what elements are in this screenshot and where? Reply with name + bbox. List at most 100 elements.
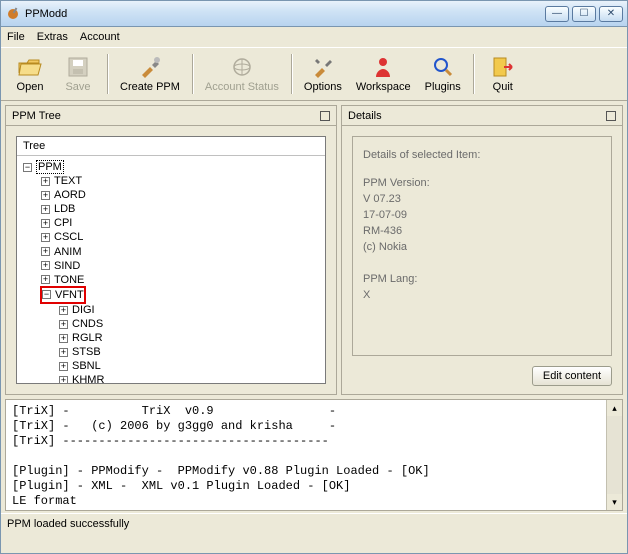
tree-node[interactable]: + KHMR [59, 373, 321, 383]
quit-label: Quit [493, 81, 513, 93]
expand-icon[interactable]: + [41, 205, 50, 214]
expand-icon[interactable]: + [59, 306, 68, 315]
wrench-icon [311, 55, 335, 79]
edit-content-button[interactable]: Edit content [532, 366, 612, 386]
tree-node[interactable]: + STSB [59, 345, 321, 359]
tree-node[interactable]: + RGLR [59, 331, 321, 345]
tree-node[interactable]: + CSCL [41, 230, 321, 244]
toolbar-separator [107, 54, 108, 94]
tree-node-label: KHMR [72, 375, 104, 384]
save-icon [66, 55, 90, 79]
expand-icon[interactable]: + [41, 191, 50, 200]
close-button[interactable]: ✕ [599, 6, 623, 22]
save-button[interactable]: Save [55, 50, 101, 98]
expand-icon[interactable]: + [59, 376, 68, 383]
tree-node[interactable]: +TONE [41, 273, 321, 287]
tree-node-label: CSCL [54, 232, 83, 244]
expand-icon[interactable]: + [41, 177, 50, 186]
tree-node[interactable]: +ANIM [41, 245, 321, 259]
scrollbar-vertical[interactable]: ▴ ▾ [606, 400, 622, 510]
details-title: Details [348, 110, 382, 122]
tree-node-label: SBNL [72, 360, 101, 372]
toolbar-separator [192, 54, 193, 94]
tree-node-label: CPI [54, 217, 72, 229]
status-text: PPM loaded successfully [7, 518, 129, 530]
tree-node-label: VFNT [55, 289, 84, 301]
workspace-button[interactable]: Workspace [350, 50, 417, 98]
tree-node-label: TEXT [54, 175, 82, 187]
details-line [363, 255, 601, 271]
details-line: (c) Nokia [363, 239, 601, 255]
details-line: V 07.23 [363, 191, 601, 207]
expand-icon[interactable]: + [59, 334, 68, 343]
expand-icon[interactable]: + [59, 348, 68, 357]
tree-view[interactable]: −PPM+TEXT+AORD+LDB+CPI+CSCL+ANIM+SIND+TO… [17, 156, 325, 383]
collapse-icon[interactable]: − [23, 163, 32, 172]
tree-node[interactable]: −VFNT [41, 287, 321, 303]
log-text: [TriX] - TriX v0.9 - [TriX] - (c) 2006 b… [6, 400, 622, 511]
app-icon [5, 6, 21, 22]
tools-icon [138, 55, 162, 79]
maximize-button[interactable]: ☐ [572, 6, 596, 22]
tree-node[interactable]: + CNDS [59, 317, 321, 331]
quit-button[interactable]: Quit [480, 50, 526, 98]
tree-node[interactable]: + SBNL [59, 359, 321, 373]
tree-header: Tree [17, 137, 325, 156]
details-body: Details of selected Item: PPM Version:V … [352, 136, 612, 356]
tree-node-label: DIGI [72, 304, 95, 316]
tree-node-label: SIND [54, 260, 80, 272]
tree-node[interactable]: + CPI [41, 216, 321, 230]
tree-node[interactable]: + TEXT [41, 174, 321, 188]
plugins-label: Plugins [425, 81, 461, 93]
open-button[interactable]: Open [7, 50, 53, 98]
ppm-tree-title: PPM Tree [12, 110, 61, 122]
dock-icon[interactable] [606, 111, 616, 121]
magnifier-icon [431, 55, 455, 79]
tree-node-label: CNDS [72, 318, 103, 330]
tree-node-label: RGLR [72, 332, 103, 344]
tree-node[interactable]: −PPM [23, 160, 321, 174]
scroll-down-icon[interactable]: ▾ [607, 494, 622, 510]
expand-icon[interactable]: + [41, 219, 50, 228]
exit-icon [491, 55, 515, 79]
collapse-icon[interactable]: − [42, 290, 51, 299]
expand-icon[interactable]: + [59, 320, 68, 329]
tree-node-label: STSB [72, 346, 101, 358]
toolbar-separator [291, 54, 292, 94]
minimize-button[interactable]: — [545, 6, 569, 22]
menu-account[interactable]: Account [80, 31, 120, 43]
expand-icon[interactable]: + [41, 233, 50, 242]
window-title: PPModd [25, 8, 542, 20]
create-ppm-label: Create PPM [120, 81, 180, 93]
create-ppm-button[interactable]: Create PPM [114, 50, 186, 98]
tree-node-label: AORD [54, 189, 86, 201]
log-panel[interactable]: [TriX] - TriX v0.9 - [TriX] - (c) 2006 b… [5, 399, 623, 511]
scroll-up-icon[interactable]: ▴ [607, 400, 622, 416]
globe-icon [230, 55, 254, 79]
options-button[interactable]: Options [298, 50, 348, 98]
tree-node-label: PPM [36, 160, 64, 174]
menu-file[interactable]: File [7, 31, 25, 43]
options-label: Options [304, 81, 342, 93]
statusbar: PPM loaded successfully [1, 513, 627, 533]
tree-node[interactable]: + AORD [41, 188, 321, 202]
details-line: 17-07-09 [363, 207, 601, 223]
tree-node[interactable]: +LDB [41, 202, 321, 216]
dock-icon[interactable] [320, 111, 330, 121]
account-status-button[interactable]: Account Status [199, 50, 285, 98]
expand-icon[interactable]: + [41, 275, 50, 284]
expand-icon[interactable]: + [41, 247, 50, 256]
plugins-button[interactable]: Plugins [419, 50, 467, 98]
menu-extras[interactable]: Extras [37, 31, 68, 43]
tree-node[interactable]: + SIND [41, 259, 321, 273]
account-status-label: Account Status [205, 81, 279, 93]
tree-node[interactable]: + DIGI [59, 303, 321, 317]
details-line: PPM Version: [363, 175, 601, 191]
toolbar: Open Save Create PPM Account Status Opti… [1, 47, 627, 101]
details-line: X [363, 287, 601, 303]
open-label: Open [17, 81, 44, 93]
expand-icon[interactable]: + [41, 261, 50, 270]
expand-icon[interactable]: + [59, 362, 68, 371]
details-header: Details of selected Item: [363, 147, 601, 163]
save-label: Save [65, 81, 90, 93]
